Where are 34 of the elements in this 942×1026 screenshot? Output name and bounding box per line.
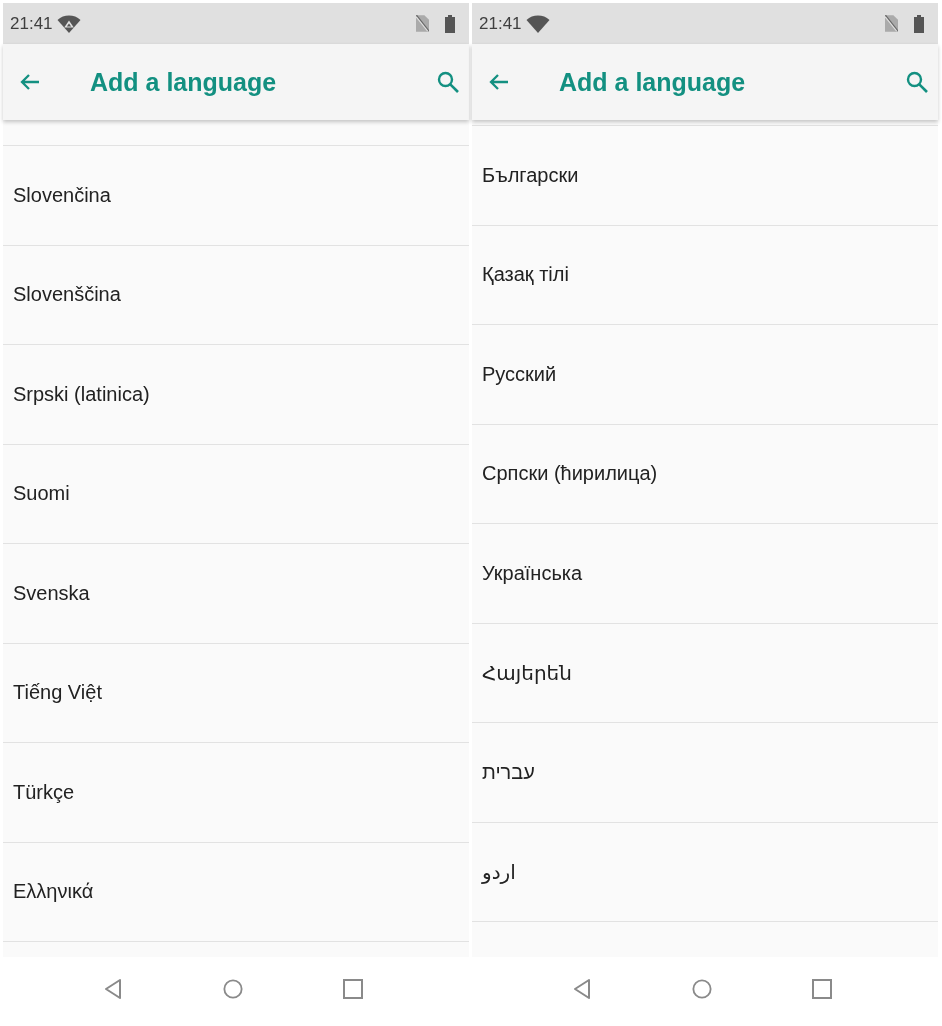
language-item[interactable]: עברית <box>472 723 938 823</box>
app-bar-title: Add a language <box>90 67 277 97</box>
language-item[interactable]: Svenska <box>3 544 469 644</box>
no-sim-icon <box>885 15 898 32</box>
language-item[interactable]: Tiếng Việt <box>3 643 469 743</box>
status-time: 21:41 <box>10 13 53 34</box>
language-item[interactable]: Български <box>472 126 938 226</box>
language-item[interactable]: Ελληνικά <box>3 842 469 942</box>
search-icon <box>436 70 460 94</box>
home-nav-icon[interactable] <box>692 977 712 1000</box>
app-bar-title: Add a language <box>559 67 746 97</box>
language-item[interactable]: Српски (ћирилица) <box>472 424 938 524</box>
search-button[interactable] <box>905 70 929 94</box>
language-item[interactable]: Türkçe <box>3 743 469 843</box>
language-item[interactable]: Slovenščina <box>3 245 469 345</box>
status-time: 21:41 <box>479 13 522 34</box>
search-button[interactable] <box>436 70 460 94</box>
language-item[interactable]: Հայերեն <box>472 623 938 723</box>
recents-nav-icon[interactable] <box>343 977 363 1000</box>
language-item[interactable]: Srpski (latinica) <box>3 345 469 445</box>
no-sim-icon <box>416 15 429 32</box>
back-nav-icon[interactable] <box>103 977 123 1000</box>
language-item[interactable]: اردو <box>472 822 938 922</box>
back-nav-icon[interactable] <box>572 977 592 1000</box>
search-icon <box>905 70 929 94</box>
battery-icon <box>445 14 455 33</box>
home-nav-icon[interactable] <box>223 977 243 1000</box>
language-item[interactable]: Suomi <box>3 444 469 544</box>
language-item[interactable]: Slovenčina <box>3 146 469 246</box>
language-item[interactable]: Русский <box>472 325 938 425</box>
recents-nav-icon[interactable] <box>812 977 832 1000</box>
language-item[interactable]: Українська <box>472 524 938 624</box>
battery-icon <box>914 14 924 33</box>
language-item[interactable]: Қазақ тілі <box>472 225 938 325</box>
